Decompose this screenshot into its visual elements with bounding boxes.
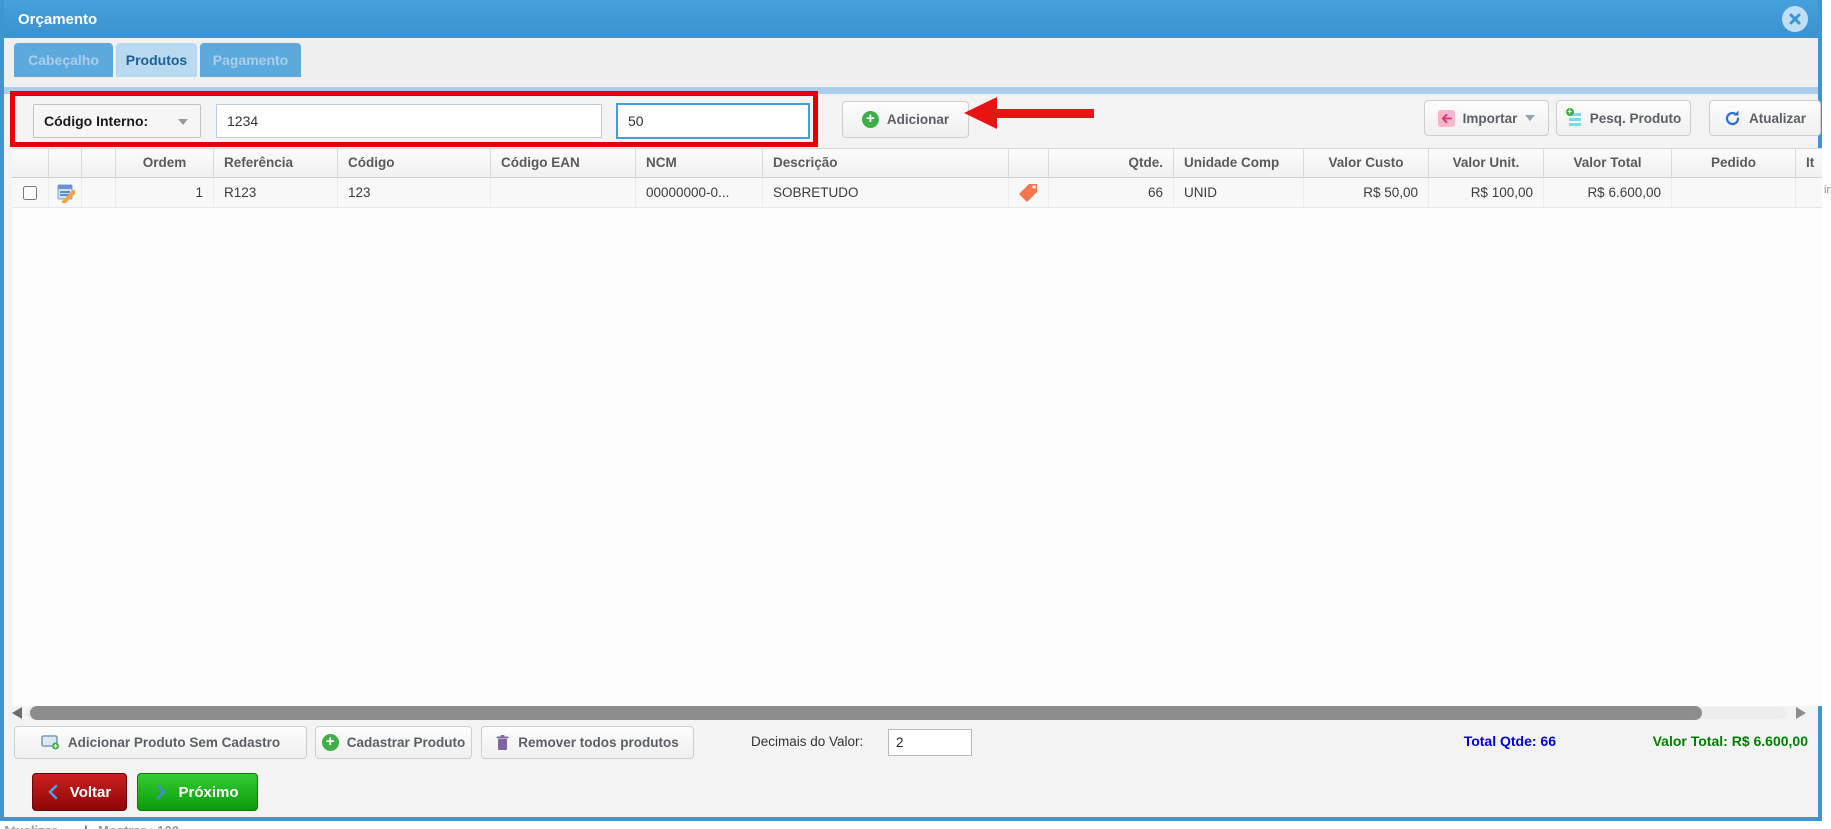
- red-arrow-annotation: [964, 96, 1094, 130]
- table-cell: R123: [214, 178, 338, 207]
- search-type-select[interactable]: Código Interno:: [33, 104, 201, 138]
- column-header[interactable]: Ordem: [116, 149, 214, 177]
- row-checkbox[interactable]: [23, 185, 37, 200]
- table-cell: [1672, 178, 1796, 207]
- column-header[interactable]: [82, 149, 116, 177]
- column-header[interactable]: [49, 149, 82, 177]
- column-header[interactable]: Valor Unit.: [1429, 149, 1544, 177]
- column-header[interactable]: [1009, 149, 1049, 177]
- quantity-input[interactable]: [616, 103, 810, 139]
- decimals-input[interactable]: [888, 729, 972, 756]
- table-cell: 00000000-0...: [636, 178, 763, 207]
- table-cell: R$ 6.600,00: [1544, 178, 1672, 207]
- orcamento-modal: Orçamento Cabeçalho Produtos Pagamento C…: [0, 0, 1822, 821]
- product-entry-row: Código Interno: + Adicionar Importar: [4, 91, 1821, 148]
- column-header[interactable]: Unidade Comp: [1174, 149, 1304, 177]
- column-header[interactable]: Pedido: [1672, 149, 1796, 177]
- add-product-without-registration-button[interactable]: Adicionar Produto Sem Cadastro: [14, 726, 307, 759]
- red-arrow-head-icon: [964, 97, 997, 129]
- tab-bar: Cabeçalho Produtos Pagamento: [4, 38, 1818, 88]
- next-button[interactable]: Próximo: [137, 773, 258, 811]
- horizontal-scrollbar[interactable]: [12, 706, 1814, 720]
- screen: Orçamento Cabeçalho Produtos Pagamento C…: [0, 0, 1831, 829]
- table-cell: [12, 178, 49, 207]
- background-text: Mostrar : 100: [98, 823, 179, 829]
- modal-title: Orçamento: [18, 10, 98, 28]
- grid-body: 1 R123 123 00000000-0... SOBRETUDO 66 UNID R$ 5…: [12, 178, 1822, 208]
- search-type-label: Código Interno:: [44, 113, 149, 129]
- decimals-label: Decimais do Valor:: [751, 734, 864, 749]
- background-page-fragment: Atualizar | Mostrar : 100: [0, 822, 400, 829]
- column-header[interactable]: Referência: [214, 149, 338, 177]
- tab-bottom-band: [4, 87, 1818, 94]
- background-page-right-fragment: in: [1824, 185, 1831, 196]
- table-cell: SOBRETUDO: [763, 178, 1009, 207]
- column-header[interactable]: [12, 149, 49, 177]
- trash-icon: [496, 734, 509, 750]
- tab-cabecalho[interactable]: Cabeçalho: [14, 43, 113, 77]
- column-header[interactable]: Qtde.: [1049, 149, 1174, 177]
- tag-icon: [1019, 184, 1037, 202]
- refresh-button[interactable]: Atualizar: [1709, 100, 1821, 136]
- chevron-left-icon: [48, 784, 58, 800]
- plus-icon: +: [861, 111, 879, 128]
- table-cell: [491, 178, 636, 207]
- refresh-icon: [1725, 110, 1740, 125]
- column-header[interactable]: Valor Total: [1544, 149, 1672, 177]
- table-cell: 66: [1049, 178, 1174, 207]
- table-cell: R$ 100,00: [1429, 178, 1544, 207]
- table-cell: [49, 178, 82, 207]
- column-header[interactable]: Código: [338, 149, 491, 177]
- tab-produtos[interactable]: Produtos: [116, 43, 197, 77]
- chevron-down-icon: [1525, 115, 1536, 121]
- add-product-button[interactable]: + Adicionar: [842, 101, 969, 138]
- red-arrow-tail: [994, 109, 1094, 118]
- total-qty: Total Qtde: 66: [1463, 733, 1556, 749]
- total-value: Valor Total: R$ 6.600,00: [1652, 733, 1808, 749]
- import-icon: [1437, 109, 1455, 127]
- back-button[interactable]: Voltar: [32, 773, 127, 811]
- scroll-right-icon[interactable]: [1796, 707, 1806, 719]
- modal-titlebar: Orçamento: [4, 0, 1818, 38]
- table-cell: UNID: [1174, 178, 1304, 207]
- table-cell: 123: [338, 178, 491, 207]
- nav-bar: Voltar Próximo: [4, 773, 1818, 815]
- background-divider: |: [84, 823, 88, 829]
- search-product-icon: +: [1565, 108, 1581, 126]
- column-header[interactable]: Código EAN: [491, 149, 636, 177]
- product-code-input[interactable]: [216, 104, 602, 138]
- import-button[interactable]: Importar: [1424, 100, 1549, 136]
- search-product-button[interactable]: + Pesq. Produto: [1556, 100, 1691, 136]
- plus-icon: +: [321, 734, 339, 751]
- tab-pagamento[interactable]: Pagamento: [200, 43, 301, 77]
- scrollbar-thumb[interactable]: [30, 706, 1702, 720]
- column-header[interactable]: It: [1796, 149, 1822, 177]
- footer-bar: Adicionar Produto Sem Cadastro + Cadastr…: [4, 726, 1818, 766]
- close-icon[interactable]: [1782, 6, 1808, 32]
- scroll-left-icon[interactable]: [12, 707, 22, 719]
- table-cell: 1: [116, 178, 214, 207]
- column-header[interactable]: Valor Custo: [1304, 149, 1429, 177]
- edit-row-icon[interactable]: [55, 183, 75, 203]
- chevron-down-icon: [178, 119, 188, 125]
- table-cell: R$ 50,00: [1304, 178, 1429, 207]
- chevron-right-icon: [157, 784, 166, 800]
- table-row[interactable]: 1 R123 123 00000000-0... SOBRETUDO 66 UNID R$ 5…: [12, 178, 1822, 208]
- column-header[interactable]: NCM: [636, 149, 763, 177]
- background-text: Atualizar: [2, 823, 57, 829]
- grid-header-row: Ordem Referência Código Código EAN NCM Descri…: [12, 149, 1822, 178]
- remove-all-products-button[interactable]: Remover todos produtos: [481, 726, 694, 759]
- register-product-button[interactable]: + Cadastrar Produto: [315, 726, 472, 759]
- card-plus-icon: [41, 735, 59, 750]
- column-header[interactable]: Descrição: [763, 149, 1009, 177]
- table-cell: [1796, 178, 1822, 207]
- table-cell: [82, 178, 116, 207]
- products-grid: Ordem Referência Código Código EAN NCM Descri…: [12, 148, 1822, 706]
- table-cell: [1009, 178, 1049, 207]
